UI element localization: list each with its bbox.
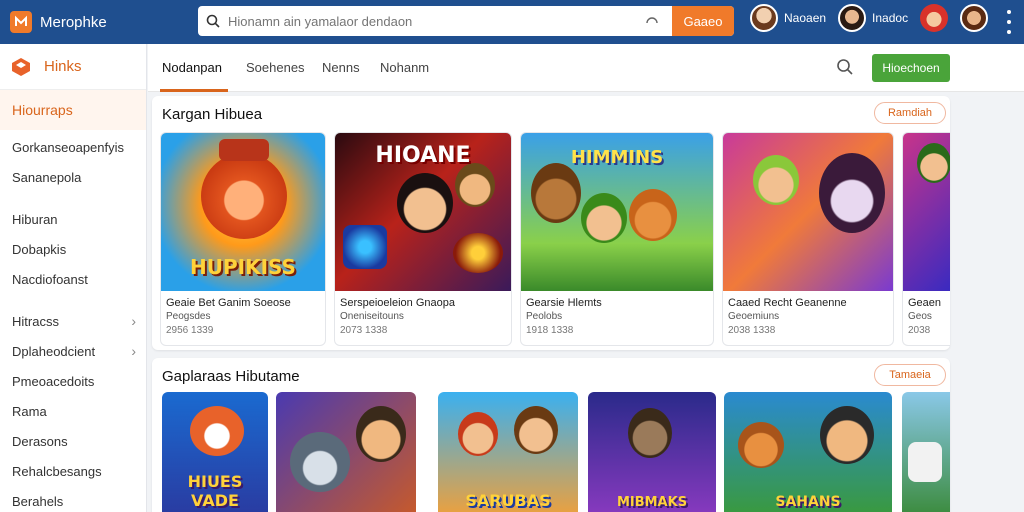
user-name: Naoaen bbox=[784, 11, 827, 25]
search-button[interactable]: Gaaeo bbox=[672, 6, 734, 36]
user-name: Inadoc bbox=[872, 11, 909, 25]
game-card[interactable]: HIOANE Serspeioeleion Gnaopa Oneniseitou… bbox=[334, 132, 512, 346]
avatar-button[interactable] bbox=[960, 4, 989, 32]
top-bar: Merophke Gaaeo Naoaen Inadoc bbox=[0, 0, 1024, 44]
game-stats: 2038 1338 bbox=[728, 325, 776, 336]
app-brand: Merophke bbox=[40, 13, 107, 31]
sidebar-item-expandable[interactable]: Dplaheodcient › bbox=[0, 336, 146, 366]
game-tile[interactable]: MIBMAKS bbox=[588, 392, 716, 512]
sidebar-item[interactable]: Hiburan bbox=[0, 204, 146, 234]
game-thumbnail: HUPIKISS bbox=[161, 133, 325, 291]
primary-action-button[interactable]: Hioechoen bbox=[872, 54, 950, 82]
game-tile[interactable]: SAHANS bbox=[724, 392, 892, 512]
sidebar-item[interactable]: Sananepola bbox=[0, 162, 146, 192]
avatar bbox=[960, 4, 989, 32]
search-icon bbox=[198, 14, 228, 28]
user-area: Naoaen Inadoc bbox=[750, 4, 1000, 32]
game-stats: 2038 bbox=[908, 325, 931, 336]
game-thumbnail: HIOANE bbox=[335, 133, 511, 291]
game-tile[interactable] bbox=[902, 392, 950, 512]
game-subtitle: Peogsdes bbox=[166, 311, 211, 322]
avatar-button[interactable] bbox=[920, 4, 949, 32]
tab-home[interactable]: Nodanpan bbox=[162, 60, 222, 75]
sidebar-item-label: Dplaheodcient bbox=[12, 343, 96, 359]
sidebar-item[interactable]: Rama bbox=[0, 396, 146, 426]
user-chip[interactable]: Inadoc bbox=[838, 4, 908, 32]
game-tile[interactable] bbox=[276, 392, 416, 512]
more-options-icon[interactable] bbox=[1004, 10, 1014, 34]
game-card[interactable]: HIMMINS Gearsie Hlemts Peolobs 1918 1338 bbox=[520, 132, 714, 346]
game-art-title: SARUBAS bbox=[465, 491, 551, 510]
game-art-title: HUPIKISS bbox=[190, 255, 296, 279]
game-stats: 1918 1338 bbox=[526, 325, 574, 336]
game-tile[interactable]: SARUBAS bbox=[438, 392, 578, 512]
game-card[interactable]: Caaed Recht Geanenne Geoemiuns 2038 1338 bbox=[722, 132, 894, 346]
game-stats: 2956 1339 bbox=[166, 325, 214, 336]
game-thumbnail: HIMMINS bbox=[521, 133, 713, 291]
section-title: Kargan Hibuea bbox=[162, 106, 263, 123]
game-art-title: SAHANS bbox=[775, 494, 841, 510]
sidebar-item[interactable]: Pmeoacedoits bbox=[0, 366, 146, 396]
search-icon[interactable] bbox=[836, 58, 854, 81]
game-name: Geaen bbox=[908, 297, 942, 309]
game-card[interactable]: Geaen Geos 2038 bbox=[902, 132, 950, 346]
game-art-title: HIMMINS bbox=[570, 147, 664, 168]
section-title: Gaplaraas Hibutame bbox=[162, 368, 300, 385]
game-art-title: MIBMAKS bbox=[616, 495, 688, 510]
sidebar-item[interactable]: Berahels bbox=[0, 486, 146, 512]
game-name: Gearsie Hlemts bbox=[526, 297, 602, 309]
game-name: Serspeioeleion Gnaopa bbox=[340, 297, 455, 309]
refresh-icon[interactable] bbox=[640, 14, 664, 28]
sidebar-header[interactable]: Hinks bbox=[0, 44, 146, 90]
search-bar: Gaaeo bbox=[198, 6, 734, 36]
sidebar-item[interactable]: Nacdiofoanst bbox=[0, 264, 146, 294]
sidebar-item[interactable]: Derasons bbox=[0, 426, 146, 456]
game-subtitle: Oneniseitouns bbox=[340, 311, 404, 322]
avatar bbox=[750, 4, 778, 32]
sidebar-item[interactable]: Gorkanseoapenfyis bbox=[0, 132, 146, 162]
game-art-title: HIOANE bbox=[375, 143, 471, 168]
game-thumbnail bbox=[723, 133, 893, 291]
avatar bbox=[920, 4, 949, 32]
user-chip[interactable]: Naoaen bbox=[750, 4, 826, 32]
logo-icon bbox=[15, 15, 27, 26]
game-thumbnail bbox=[903, 133, 950, 291]
search-input[interactable] bbox=[228, 13, 640, 29]
chevron-right-icon: › bbox=[131, 313, 136, 329]
sidebar-title: Hinks bbox=[44, 58, 82, 75]
tab-other[interactable]: Nohanm bbox=[380, 60, 429, 75]
sidebar-item-home[interactable]: Hiourraps bbox=[0, 90, 146, 130]
game-name: Caaed Recht Geanenne bbox=[728, 297, 847, 309]
hex-logo-icon bbox=[12, 57, 30, 76]
tab-news[interactable]: Nenns bbox=[322, 60, 360, 75]
app-logo[interactable] bbox=[10, 11, 32, 33]
game-stats: 2073 1338 bbox=[340, 325, 388, 336]
tabs-bar: Nodanpan Soehenes Nenns Nohanm Hioechoen bbox=[148, 44, 1024, 92]
view-more-button[interactable]: Ramdiah bbox=[874, 102, 946, 124]
sidebar-item[interactable]: Rehalcbesangs bbox=[0, 456, 146, 486]
tab-series[interactable]: Soehenes bbox=[246, 60, 305, 75]
view-more-button[interactable]: Tamaeia bbox=[874, 364, 946, 386]
sidebar: Hinks Hiourraps Gorkanseoapenfyis Sanane… bbox=[0, 44, 147, 512]
game-name: Geaie Bet Ganim Soeose bbox=[166, 297, 291, 309]
avatar bbox=[838, 4, 867, 32]
sidebar-item-label: Hitracss bbox=[12, 313, 59, 329]
game-subtitle: Peolobs bbox=[526, 311, 563, 322]
sidebar-item-expandable[interactable]: Hitracss › bbox=[0, 306, 146, 336]
game-card[interactable]: HUPIKISS Geaie Bet Ganim Soeose Peogsdes… bbox=[160, 132, 326, 346]
game-tile[interactable]: HIUES VADE bbox=[162, 392, 268, 512]
chevron-right-icon: › bbox=[131, 343, 136, 359]
featured-section: Kargan Hibuea Ramdiah HUPIKISS Geaie Bet… bbox=[152, 96, 950, 350]
sidebar-item[interactable]: Dobapkis bbox=[0, 234, 146, 264]
game-subtitle: Geos bbox=[908, 311, 932, 322]
active-tab-indicator bbox=[160, 89, 228, 92]
popular-section: Gaplaraas Hibutame Tamaeia HIUES VADE SA… bbox=[152, 358, 950, 512]
game-art-title: HIUES VADE bbox=[187, 472, 243, 510]
game-subtitle: Geoemiuns bbox=[728, 311, 780, 322]
